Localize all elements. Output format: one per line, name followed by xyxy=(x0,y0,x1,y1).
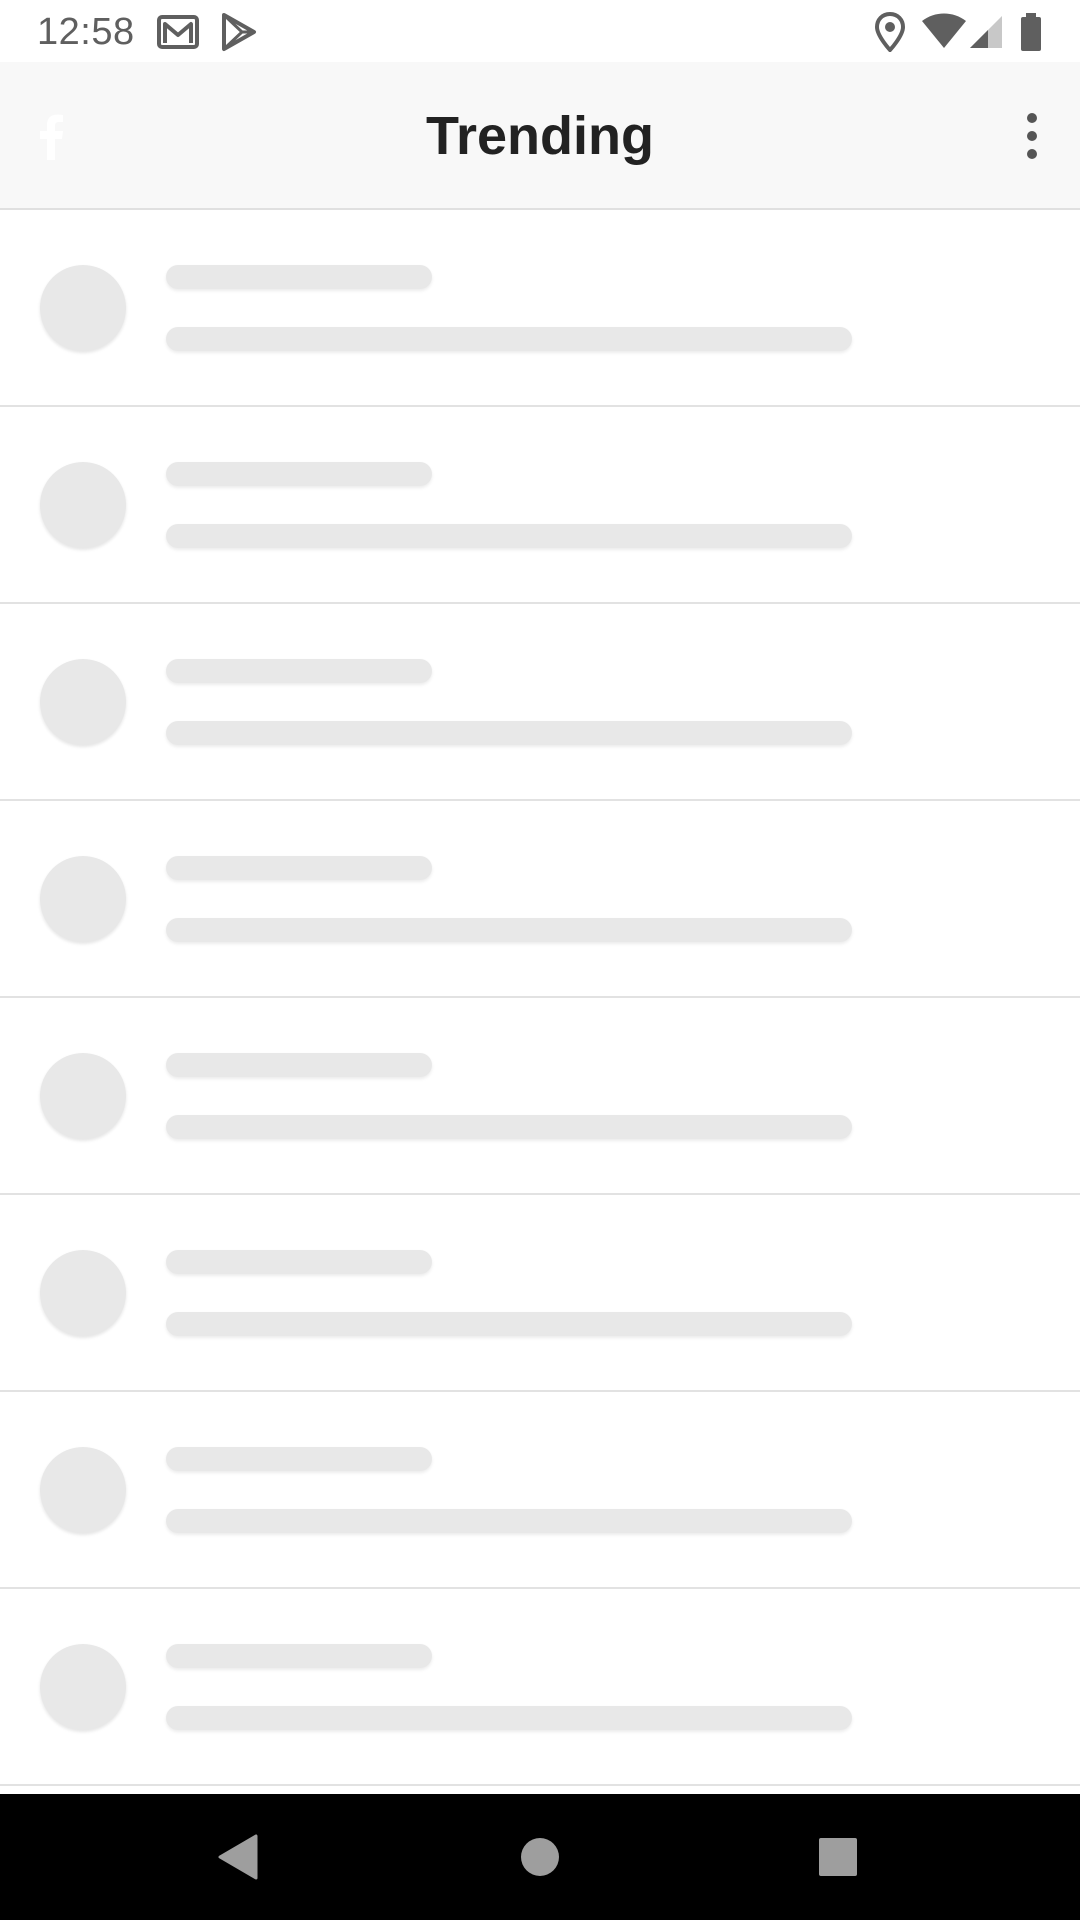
list-item-placeholder xyxy=(0,1392,1080,1589)
home-icon[interactable] xyxy=(510,1827,570,1887)
avatar-placeholder xyxy=(40,265,126,351)
location-icon xyxy=(868,12,912,52)
facebook-icon[interactable] xyxy=(38,112,64,160)
recents-icon[interactable] xyxy=(808,1827,868,1887)
app-bar: Trending xyxy=(0,62,1080,210)
subtitle-placeholder xyxy=(166,918,852,942)
wifi-icon xyxy=(920,12,968,52)
avatar-placeholder xyxy=(40,1644,126,1730)
title-placeholder xyxy=(166,265,432,289)
avatar-placeholder xyxy=(40,1250,126,1336)
avatar-placeholder xyxy=(40,462,126,548)
subtitle-placeholder xyxy=(166,721,852,745)
title-placeholder xyxy=(166,1053,432,1077)
title-placeholder xyxy=(166,462,432,486)
title-placeholder xyxy=(166,659,432,683)
status-time: 12:58 xyxy=(37,11,135,53)
title-placeholder xyxy=(166,856,432,880)
title-placeholder xyxy=(166,1447,432,1471)
list-item-placeholder xyxy=(0,407,1080,604)
avatar-placeholder xyxy=(40,659,126,745)
back-icon[interactable] xyxy=(208,1827,268,1887)
navigation-bar xyxy=(0,1794,1080,1920)
avatar-placeholder xyxy=(40,1447,126,1533)
list-item-placeholder xyxy=(0,1195,1080,1392)
trending-list xyxy=(0,210,1080,1786)
list-item-placeholder xyxy=(0,604,1080,801)
subtitle-placeholder xyxy=(166,327,852,351)
gmail-icon xyxy=(156,12,200,52)
list-item-placeholder xyxy=(0,1589,1080,1786)
list-item-placeholder xyxy=(0,210,1080,407)
avatar-placeholder xyxy=(40,1053,126,1139)
more-vert-icon[interactable] xyxy=(1002,106,1062,166)
battery-icon xyxy=(1018,12,1044,52)
title-placeholder xyxy=(166,1644,432,1668)
subtitle-placeholder xyxy=(166,1312,852,1336)
status-bar: 12:58 xyxy=(0,0,1080,62)
subtitle-placeholder xyxy=(166,524,852,548)
play-store-icon xyxy=(218,12,262,52)
subtitle-placeholder xyxy=(166,1115,852,1139)
subtitle-placeholder xyxy=(166,1706,852,1730)
avatar-placeholder xyxy=(40,856,126,942)
cell-signal-icon xyxy=(968,12,1004,52)
list-item-placeholder xyxy=(0,998,1080,1195)
page-title: Trending xyxy=(426,106,654,166)
list-item-placeholder xyxy=(0,801,1080,998)
subtitle-placeholder xyxy=(166,1509,852,1533)
title-placeholder xyxy=(166,1250,432,1274)
